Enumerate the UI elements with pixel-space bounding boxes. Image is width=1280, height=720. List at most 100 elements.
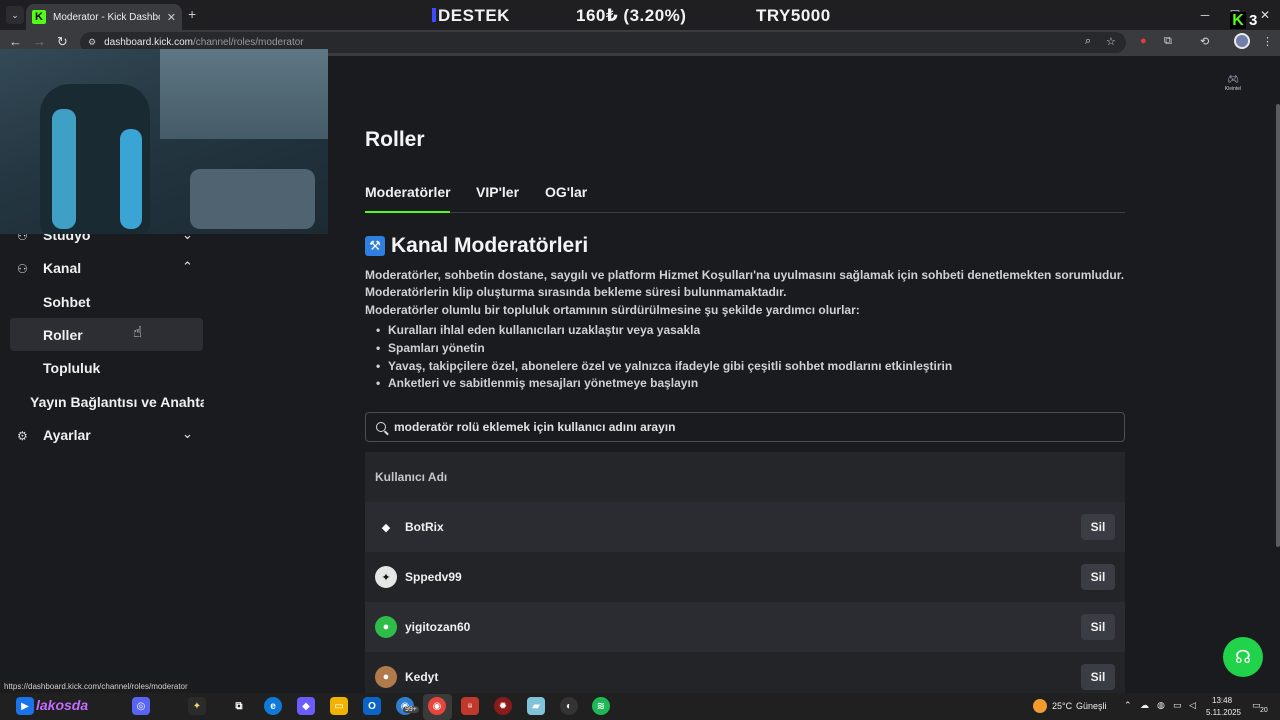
clock-time[interactable]: 13:48: [1212, 696, 1232, 705]
notification-count-badge: 99+: [403, 706, 419, 713]
description-line: Moderatörler olumlu bir topluluk ortamın…: [365, 303, 860, 317]
bookmark-star-icon[interactable]: ☆: [1106, 35, 1116, 48]
history-icon[interactable]: ⟲: [1200, 35, 1209, 48]
app-icon[interactable]: ✹: [494, 697, 512, 715]
ticker-accent: [432, 8, 436, 22]
remove-moderator-button[interactable]: Sil: [1081, 564, 1115, 590]
outlook-icon[interactable]: O: [363, 697, 381, 715]
file-explorer-icon[interactable]: ▭: [330, 697, 348, 715]
remove-moderator-button[interactable]: Sil: [1081, 514, 1115, 540]
browser-menu-icon[interactable]: ⋮: [1262, 35, 1273, 48]
user-avatar: ●: [375, 616, 397, 638]
sidebar-item-ayarlar[interactable]: Ayarlar: [43, 427, 91, 443]
site-info-icon[interactable]: ⚙: [88, 37, 96, 48]
moderator-search-input[interactable]: [394, 420, 1094, 434]
table-row: ✦ Sppedv99 Sil: [365, 552, 1125, 602]
search-icon: [376, 422, 386, 432]
channel-icon: ⚇: [17, 262, 28, 276]
page-scrollbar[interactable]: [1276, 104, 1280, 547]
sidebar-item-stream-key[interactable]: Yayın Bağlantısı ve Anahtar: [30, 394, 204, 410]
description-line: Moderatörler, sohbetin dostane, saygılı …: [365, 268, 1125, 282]
tab-ogs[interactable]: OG'lar: [545, 184, 587, 200]
table-header: Kullanıcı Adı: [365, 452, 1125, 502]
webcam-wall: [160, 49, 328, 139]
onedrive-icon[interactable]: ☁: [1140, 700, 1149, 711]
weather-temp: 25°C: [1052, 701, 1073, 711]
ticker-label: DESTEK: [438, 6, 510, 25]
moderator-username[interactable]: BotRix: [405, 520, 1081, 534]
chrome-icon[interactable]: ◉: [428, 697, 446, 715]
sidebar-item-topluluk[interactable]: Topluluk: [43, 360, 100, 376]
sidebar-item-roller[interactable]: Roller: [43, 327, 83, 343]
url-path: /channel/roles/moderator: [193, 37, 304, 48]
settings-gear-icon: ⚙: [17, 429, 28, 443]
browser-tab[interactable]: K Moderator - Kick Dashboard ✕: [26, 4, 182, 30]
sparkle-icon[interactable]: ✦: [188, 697, 206, 715]
webcam-overlay: [0, 49, 328, 234]
edge-icon[interactable]: e: [264, 697, 282, 715]
tab-vips[interactable]: VIP'ler: [476, 184, 519, 200]
tray-chevron-icon[interactable]: ⌃: [1124, 700, 1132, 711]
tab-moderators[interactable]: Moderatörler: [365, 184, 451, 200]
hammer-icon: ⚒: [365, 236, 385, 256]
app-icon[interactable]: ◐: [560, 697, 578, 715]
moderators-table: Kullanıcı Adı ◆ BotRix Sil ✦ Sppedv99 Si…: [365, 452, 1125, 693]
clock-date[interactable]: 5.11.2025: [1206, 708, 1241, 717]
sidebar-item-sohbet[interactable]: Sohbet: [43, 294, 90, 310]
section-title: Kanal Moderatörleri: [391, 234, 589, 257]
task-view-icon[interactable]: ⧉: [230, 697, 248, 715]
ticker-goal: TRY5000: [756, 6, 831, 25]
app-icon[interactable]: ▤: [461, 697, 479, 715]
network-icon[interactable]: ▭: [1173, 700, 1182, 711]
copilot-icon[interactable]: ◆: [297, 697, 315, 715]
chevron-up-icon[interactable]: ⌃: [182, 259, 193, 275]
new-tab-button[interactable]: +: [188, 6, 196, 22]
bullet-item: Kuralları ihlal eden kullanıcıları uzakl…: [376, 323, 700, 337]
extensions-puzzle-icon[interactable]: ⧉: [1164, 35, 1172, 48]
ticker-amount: 160₺ (3.20%): [576, 6, 687, 25]
weather-desc: Güneşli: [1076, 701, 1107, 711]
discord-icon[interactable]: ◎: [132, 697, 150, 715]
back-arrow-icon[interactable]: ←: [9, 34, 22, 49]
moderator-search-box[interactable]: [365, 412, 1125, 442]
extension-red-icon[interactable]: ●: [1140, 35, 1147, 47]
tab-close-icon[interactable]: ✕: [167, 11, 176, 24]
url-host: dashboard.kick.com: [104, 37, 194, 48]
kick-favicon-icon: K: [32, 10, 46, 24]
profile-avatar[interactable]: [1234, 33, 1250, 49]
tabs-divider: [365, 212, 1125, 213]
kick-overlay-logo: K: [1230, 12, 1246, 29]
tab-list-chevron-icon[interactable]: ⌄: [6, 6, 24, 24]
start-app-icon[interactable]: ▶: [16, 697, 34, 715]
help-chat-button[interactable]: ☊: [1223, 637, 1263, 677]
bullet-item: Anketleri ve sabitlenmiş mesajları yönet…: [376, 376, 698, 390]
table-row: ● Kedyt Sil: [365, 652, 1125, 693]
chevron-down-icon[interactable]: ⌄: [182, 426, 193, 442]
moderator-username[interactable]: Sppedv99: [405, 570, 1081, 584]
botrix-avatar-icon: ◆: [375, 516, 397, 538]
table-row: ◆ BotRix Sil: [365, 502, 1125, 552]
page-title: Roller: [365, 128, 425, 151]
zoom-icon[interactable]: ⌕: [1085, 35, 1091, 48]
webcam-sofa: [190, 169, 315, 229]
app-icon[interactable]: ▰: [527, 697, 545, 715]
forward-arrow-icon[interactable]: →: [33, 34, 46, 49]
table-row: ● yigitozan60 Sil: [365, 602, 1125, 652]
moderator-username[interactable]: yigitozan60: [405, 620, 1081, 634]
reload-icon[interactable]: ↻: [57, 34, 68, 50]
mouse-cursor-icon: ☝: [133, 324, 143, 341]
bullet-item: Spamları yönetin: [376, 341, 485, 355]
tab-title: Moderator - Kick Dashboard: [53, 11, 160, 23]
moderator-username[interactable]: Kedyt: [405, 670, 1081, 684]
remove-moderator-button[interactable]: Sil: [1081, 664, 1115, 690]
webcam-chair-stripe: [120, 129, 142, 229]
volume-icon[interactable]: ◁: [1189, 700, 1196, 711]
minimize-icon[interactable]: ─: [1190, 8, 1220, 22]
user-avatar: ●: [375, 666, 397, 688]
weather-sun-icon: [1033, 699, 1047, 713]
spotify-icon[interactable]: ≋: [592, 697, 610, 715]
remove-moderator-button[interactable]: Sil: [1081, 614, 1115, 640]
overlay-bot-label: Kleintel: [1224, 86, 1242, 92]
sidebar-item-kanal[interactable]: Kanal: [43, 260, 81, 276]
tray-icon[interactable]: ◍: [1157, 700, 1165, 711]
